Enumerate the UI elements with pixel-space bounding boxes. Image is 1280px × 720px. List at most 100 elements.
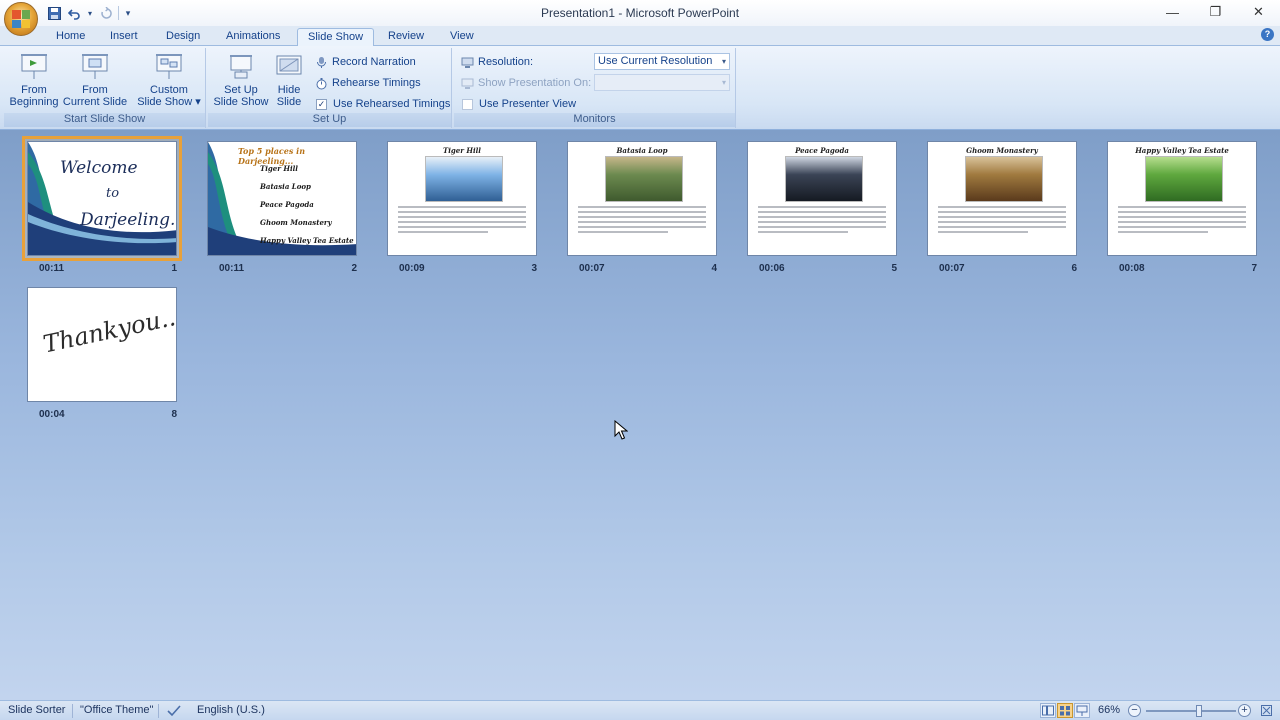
- from-beginning-button[interactable]: From Beginning: [6, 52, 62, 108]
- slide-preview: Thankyou...: [27, 287, 177, 402]
- slide-photo: [605, 156, 683, 202]
- office-button[interactable]: [4, 2, 38, 36]
- office-logo-icon: [12, 10, 30, 28]
- show-presentation-on-dropdown[interactable]: ▾: [594, 74, 730, 91]
- set-up-label-2: Slide Show: [213, 96, 269, 108]
- slide-title: Happy Valley Tea Estate: [1135, 146, 1229, 155]
- projector-screen-icon: [19, 52, 49, 82]
- window-title: Presentation1 - Microsoft PowerPoint: [540, 6, 740, 20]
- slide-thumbnail-3[interactable]: Tiger Hill 00:09 3: [387, 141, 537, 274]
- minimize-button[interactable]: —: [1151, 0, 1194, 24]
- slide-sorter-pane[interactable]: Welcome to Darjeeling... 00:11 1 Top 5 p…: [0, 130, 1280, 700]
- help-icon[interactable]: ?: [1261, 28, 1274, 41]
- slide-timing: 00:06: [759, 263, 785, 274]
- body-text-lines: [578, 206, 706, 236]
- slide-preview: Peace Pagoda: [747, 141, 897, 256]
- title-bar: ▾ ▾ Presentation1 - Microsoft PowerPoint…: [0, 0, 1280, 26]
- slide-thumbnail-8[interactable]: Thankyou... 00:04 8: [27, 287, 177, 420]
- ribbon: From Beginning From Current Slide Custom…: [0, 46, 1280, 130]
- slide-photo: [1145, 156, 1223, 202]
- microphone-icon: [314, 55, 328, 69]
- slide-preview: Welcome to Darjeeling...: [27, 141, 177, 256]
- normal-view-button[interactable]: [1040, 703, 1056, 718]
- show-presentation-on-row: Show Presentation On:: [460, 74, 591, 92]
- resolution-value: Use Current Resolution: [598, 55, 713, 67]
- body-text-lines: [398, 206, 526, 236]
- group-set-up: Set Up Slide Show Hide Slide Record Narr…: [208, 48, 452, 128]
- slide-thumbnail-6[interactable]: Ghoom Monastery 00:07 6: [927, 141, 1077, 274]
- bullet-item: Peace Pagoda: [260, 200, 314, 209]
- setup-show-icon: [226, 52, 256, 82]
- slide-thumbnail-2[interactable]: Top 5 places in Darjeeling... Tiger Hill…: [207, 141, 357, 274]
- slide-timing: 00:11: [39, 263, 65, 274]
- tab-insert[interactable]: Insert: [100, 28, 148, 47]
- use-rehearsed-timings-check[interactable]: ✓: [316, 98, 327, 110]
- use-presenter-view-checkbox[interactable]: Use Presenter View: [462, 95, 576, 113]
- zoom-slider-thumb[interactable]: [1196, 705, 1202, 717]
- use-rehearsed-timings-label: Use Rehearsed Timings: [333, 98, 451, 110]
- slide-preview: Ghoom Monastery: [927, 141, 1077, 256]
- stopwatch-icon: [314, 76, 328, 90]
- resolution-dropdown[interactable]: Use Current Resolution ▾: [594, 53, 730, 70]
- slide-number: 3: [531, 263, 537, 274]
- status-separator: [158, 704, 159, 718]
- thank-you-text: Thankyou...: [40, 301, 177, 359]
- set-up-slide-show-button[interactable]: Set Up Slide Show: [210, 52, 272, 108]
- use-presenter-view-check[interactable]: [462, 98, 473, 110]
- slide-show-view-button[interactable]: [1074, 703, 1090, 718]
- record-narration-button[interactable]: Record Narration: [314, 53, 416, 71]
- from-current-slide-button[interactable]: From Current Slide: [62, 52, 128, 108]
- slide-preview: Top 5 places in Darjeeling... Tiger Hill…: [207, 141, 357, 256]
- welcome-line-2: to: [106, 186, 120, 201]
- tab-slide-show[interactable]: Slide Show: [297, 28, 375, 47]
- fit-to-window-icon[interactable]: [1260, 704, 1273, 720]
- use-rehearsed-timings-checkbox[interactable]: ✓ Use Rehearsed Timings: [316, 95, 450, 113]
- mouse-pointer-icon: [614, 420, 628, 440]
- slide-timing: 00:07: [939, 263, 965, 274]
- status-theme: "Office Theme": [80, 704, 154, 716]
- slide-thumbnail-7[interactable]: Happy Valley Tea Estate 00:08 7: [1107, 141, 1257, 274]
- zoom-in-button[interactable]: +: [1238, 704, 1251, 717]
- rehearse-timings-button[interactable]: Rehearse Timings: [314, 74, 421, 92]
- slide-sorter-view-button[interactable]: [1057, 703, 1073, 718]
- tab-design[interactable]: Design: [156, 28, 210, 47]
- hide-slide-button[interactable]: Hide Slide: [272, 52, 306, 108]
- monitor-icon: [460, 76, 474, 90]
- zoom-slider-track[interactable]: [1146, 710, 1236, 712]
- slide-thumbnail-1[interactable]: Welcome to Darjeeling... 00:11 1: [22, 136, 182, 274]
- record-narration-label: Record Narration: [332, 56, 416, 68]
- slide-number: 1: [171, 263, 177, 274]
- body-text-lines: [938, 206, 1066, 236]
- status-separator: [72, 704, 73, 718]
- slide-number: 6: [1071, 263, 1077, 274]
- status-view-name: Slide Sorter: [8, 704, 66, 716]
- tab-home[interactable]: Home: [46, 28, 95, 47]
- zoom-level[interactable]: 66%: [1098, 704, 1120, 716]
- restore-button[interactable]: ❐: [1194, 0, 1237, 24]
- tab-animations[interactable]: Animations: [216, 28, 290, 47]
- hide-slide-label-2: Slide: [276, 96, 302, 108]
- bullet-item: Batasia Loop: [260, 182, 311, 191]
- hide-slide-icon: [274, 52, 304, 82]
- welcome-line-3: Darjeeling...: [80, 210, 177, 230]
- slide-photo: [785, 156, 863, 202]
- tab-review[interactable]: Review: [378, 28, 434, 47]
- slide-timing: 00:08: [1119, 263, 1145, 274]
- use-presenter-view-label: Use Presenter View: [479, 98, 577, 110]
- zoom-out-button[interactable]: −: [1128, 704, 1141, 717]
- close-button[interactable]: ✕: [1237, 0, 1280, 24]
- tab-view[interactable]: View: [440, 28, 484, 47]
- slide-thumbnail-4[interactable]: Batasia Loop 00:07 4: [567, 141, 717, 274]
- slide-number: 5: [891, 263, 897, 274]
- group-label-monitors: Monitors: [454, 113, 735, 127]
- status-language[interactable]: English (U.S.): [197, 704, 265, 716]
- slide-title: Batasia Loop: [616, 146, 668, 155]
- slide-timing: 00:11: [219, 263, 245, 274]
- slide-thumbnail-5[interactable]: Peace Pagoda 00:06 5: [747, 141, 897, 274]
- slide-number: 7: [1251, 263, 1257, 274]
- custom-show-label-1: Custom: [150, 84, 188, 96]
- ribbon-tabs: Home Insert Design Animations Slide Show…: [0, 26, 1280, 47]
- slide-timing: 00:04: [39, 409, 65, 420]
- custom-slide-show-button[interactable]: Custom Slide Show ▾: [136, 52, 202, 108]
- spell-check-icon[interactable]: [166, 704, 182, 720]
